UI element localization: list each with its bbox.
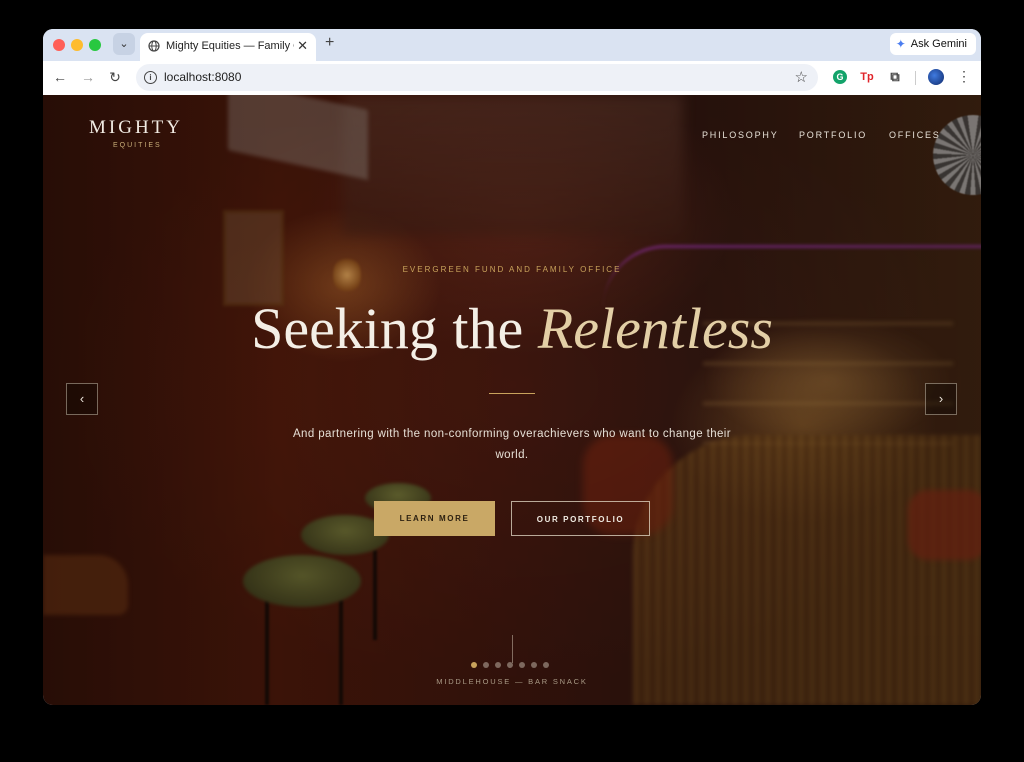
- hero-eyebrow: EVERGREEN FUND AND FAMILY OFFICE: [402, 265, 622, 274]
- carousel-dot[interactable]: [495, 662, 501, 668]
- carousel-next-chevron-icon[interactable]: ›: [925, 383, 957, 415]
- our-portfolio-button[interactable]: OUR PORTFOLIO: [511, 501, 650, 536]
- hero-dark-overlay: [43, 95, 981, 705]
- carousel-dot[interactable]: [483, 662, 489, 668]
- headline-italic: Relentless: [537, 296, 773, 361]
- slide-caption: MIDDLEHOUSE — BAR SNACK: [436, 677, 588, 686]
- browser-window: ⌄ Mighty Equities — Family Office ✕ + ✦ …: [43, 29, 981, 705]
- carousel-dots: [471, 662, 549, 668]
- nav-philosophy-link[interactable]: PHILOSOPHY: [702, 130, 779, 140]
- hero-section: MIGHTY EQUITIES PHILOSOPHY PORTFOLIO OFF…: [43, 95, 981, 705]
- site-info-icon[interactable]: i: [144, 71, 157, 84]
- extensions-puzzle-icon[interactable]: ⧉: [888, 70, 902, 84]
- browser-toolbar: ← → ↻ i localhost:8080 ☆ G Tp ⧉ ⋮: [43, 61, 981, 95]
- hero-lead-text: And partnering with the non-conforming o…: [292, 428, 731, 461]
- minimize-window-button[interactable]: [71, 39, 83, 51]
- carousel-dot[interactable]: [519, 662, 525, 668]
- site-logo-subtitle: EQUITIES: [113, 142, 162, 149]
- profile-avatar[interactable]: [928, 69, 944, 85]
- tab-strip: ⌄ Mighty Equities — Family Office ✕ + ✦ …: [43, 29, 981, 61]
- toolbar-divider: [915, 71, 916, 85]
- carousel-dot[interactable]: [507, 662, 513, 668]
- bookmark-star-icon[interactable]: ☆: [795, 68, 808, 86]
- carousel-prev-chevron-icon[interactable]: ‹: [66, 383, 98, 415]
- close-window-button[interactable]: [53, 39, 65, 51]
- tab-close-icon[interactable]: ✕: [297, 38, 308, 54]
- carousel-dot[interactable]: [543, 662, 549, 668]
- url-text[interactable]: localhost:8080: [164, 70, 241, 84]
- tab-title: Mighty Equities — Family Office: [166, 40, 294, 52]
- reload-icon[interactable]: ↻: [106, 69, 124, 86]
- scroll-indicator-line: [512, 635, 513, 663]
- ask-gemini-label: Ask Gemini: [910, 38, 967, 50]
- tab-active[interactable]: Mighty Equities — Family Office ✕: [140, 33, 316, 61]
- site-logo[interactable]: MIGHTY: [89, 117, 183, 139]
- tp-extension-icon[interactable]: Tp: [860, 70, 874, 84]
- forward-arrow-icon[interactable]: →: [79, 69, 97, 85]
- back-arrow-icon[interactable]: ←: [51, 69, 69, 85]
- new-tab-button[interactable]: +: [325, 34, 334, 52]
- tab-search-chevron-icon[interactable]: ⌄: [113, 33, 135, 55]
- globe-icon: [148, 40, 160, 52]
- nav-offices-link[interactable]: OFFICES: [889, 130, 941, 140]
- gemini-sparkle-icon: ✦: [895, 37, 906, 51]
- headline-divider: [489, 393, 535, 394]
- grammarly-extension-icon[interactable]: G: [833, 70, 847, 84]
- carousel-dot[interactable]: [531, 662, 537, 668]
- hero-headline: Seeking the Relentless: [43, 295, 981, 362]
- headline-plain: Seeking the: [251, 296, 538, 361]
- maximize-window-button[interactable]: [89, 39, 101, 51]
- learn-more-button[interactable]: LEARN MORE: [374, 501, 495, 536]
- address-bar[interactable]: i localhost:8080 ☆: [136, 64, 818, 91]
- carousel-dot[interactable]: [471, 662, 477, 668]
- ask-gemini-button[interactable]: ✦ Ask Gemini: [889, 33, 976, 55]
- browser-menu-icon[interactable]: ⋮: [957, 68, 971, 85]
- nav-portfolio-link[interactable]: PORTFOLIO: [799, 130, 867, 140]
